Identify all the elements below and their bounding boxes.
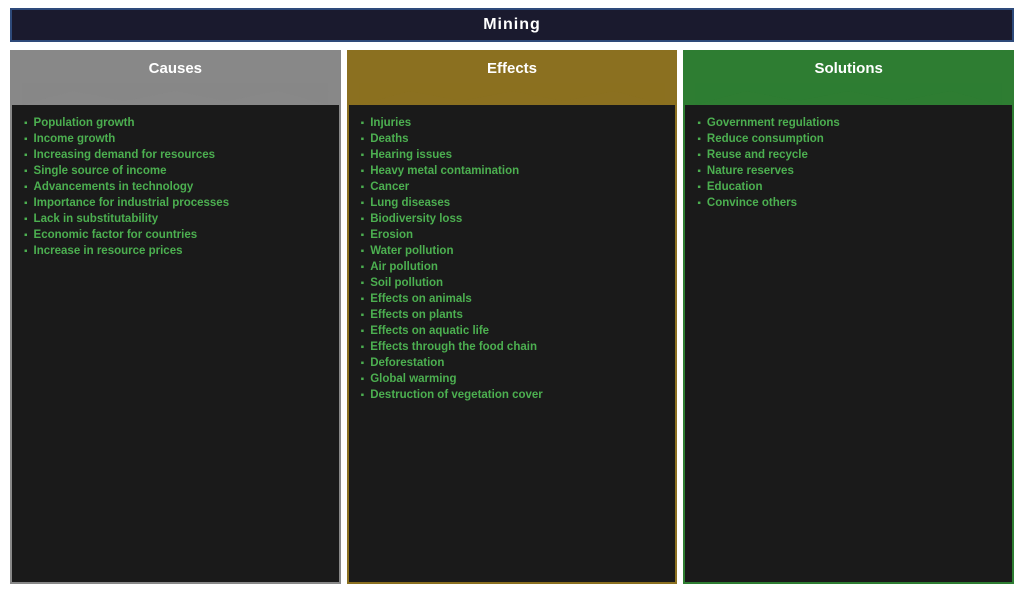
list-item: Increase in resource prices bbox=[24, 243, 327, 259]
list-item: Reduce consumption bbox=[697, 131, 1000, 147]
list-item: Effects through the food chain bbox=[361, 339, 664, 355]
causes-header: Causes bbox=[12, 52, 339, 105]
list-item: Nature reserves bbox=[697, 163, 1000, 179]
column-solutions: Solutions Government regulationsReduce c… bbox=[683, 50, 1014, 584]
list-item: Cancer bbox=[361, 179, 664, 195]
list-item: Convince others bbox=[697, 195, 1000, 211]
list-item: Reuse and recycle bbox=[697, 147, 1000, 163]
causes-fold bbox=[22, 83, 329, 105]
effects-header: Effects bbox=[349, 52, 676, 105]
list-item: Heavy metal contamination bbox=[361, 163, 664, 179]
effects-title: Effects bbox=[359, 60, 666, 83]
solutions-body: Government regulationsReduce consumption… bbox=[685, 105, 1012, 582]
list-item: Biodiversity loss bbox=[361, 211, 664, 227]
solutions-header: Solutions bbox=[685, 52, 1012, 105]
effects-body: InjuriesDeathsHearing issuesHeavy metal … bbox=[349, 105, 676, 582]
causes-body: Population growthIncome growthIncreasing… bbox=[12, 105, 339, 582]
list-item: Effects on aquatic life bbox=[361, 323, 664, 339]
list-item: Injuries bbox=[361, 115, 664, 131]
list-item: Population growth bbox=[24, 115, 327, 131]
solutions-title: Solutions bbox=[695, 60, 1002, 83]
list-item: Economic factor for countries bbox=[24, 227, 327, 243]
list-item: Water pollution bbox=[361, 243, 664, 259]
list-item: Global warming bbox=[361, 371, 664, 387]
list-item: Destruction of vegetation cover bbox=[361, 387, 664, 403]
causes-title: Causes bbox=[22, 60, 329, 83]
list-item: Deforestation bbox=[361, 355, 664, 371]
list-item: Advancements in technology bbox=[24, 179, 327, 195]
list-item: Income growth bbox=[24, 131, 327, 147]
list-item: Single source of income bbox=[24, 163, 327, 179]
column-effects: Effects InjuriesDeathsHearing issuesHeav… bbox=[347, 50, 678, 584]
main-title-bar: Mining bbox=[10, 8, 1014, 42]
list-item: Effects on animals bbox=[361, 291, 664, 307]
page-wrapper: Mining Causes Population growthIncome gr… bbox=[0, 0, 1024, 594]
column-causes: Causes Population growthIncome growthInc… bbox=[10, 50, 341, 584]
columns-container: Causes Population growthIncome growthInc… bbox=[10, 50, 1014, 584]
list-item: Air pollution bbox=[361, 259, 664, 275]
list-item: Deaths bbox=[361, 131, 664, 147]
list-item: Increasing demand for resources bbox=[24, 147, 327, 163]
list-item: Importance for industrial processes bbox=[24, 195, 327, 211]
list-item: Education bbox=[697, 179, 1000, 195]
list-item: Soil pollution bbox=[361, 275, 664, 291]
list-item: Government regulations bbox=[697, 115, 1000, 131]
list-item: Lung diseases bbox=[361, 195, 664, 211]
list-item: Hearing issues bbox=[361, 147, 664, 163]
list-item: Effects on plants bbox=[361, 307, 664, 323]
solutions-fold bbox=[695, 83, 1002, 105]
list-item: Lack in substitutability bbox=[24, 211, 327, 227]
list-item: Erosion bbox=[361, 227, 664, 243]
effects-fold bbox=[359, 83, 666, 105]
main-title: Mining bbox=[483, 16, 541, 33]
